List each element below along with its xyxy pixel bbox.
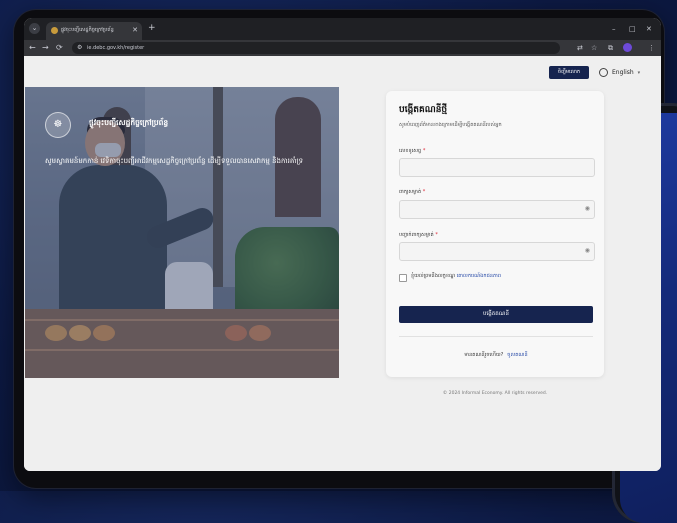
- globe-icon: [599, 68, 608, 77]
- language-selector[interactable]: English ▾: [599, 66, 640, 79]
- bookmark-star-icon[interactable]: ☆: [591, 43, 597, 53]
- back-icon[interactable]: ←: [29, 43, 36, 53]
- chevron-down-icon: ▾: [637, 70, 641, 76]
- show-password-icon[interactable]: ◉: [585, 204, 590, 214]
- hero-brand-title: ផ្លូវចុះបញ្ជីសេដ្ឋកិច្ចក្រៅប្រព័ន្ធ: [89, 118, 169, 127]
- browser-tab[interactable]: ផ្លូវចុះបញ្ជីសេដ្ឋកិច្ចក្រៅប្រព័ន្ធ ✕: [46, 22, 142, 40]
- tab-close-icon[interactable]: ✕: [132, 25, 138, 36]
- seal-logo-icon: ☸: [45, 112, 71, 138]
- hero-panel: ☸ ផ្លូវចុះបញ្ជីសេដ្ឋកិច្ចក្រៅប្រព័ន្ធ សូ…: [25, 87, 339, 378]
- login-link[interactable]: ចូលគណនី: [507, 352, 527, 358]
- close-window-icon[interactable]: ✕: [646, 24, 652, 34]
- maximize-icon[interactable]: □: [629, 24, 636, 34]
- tab-bar: ⌄ ផ្លូវចុះបញ្ជីសេដ្ឋកិច្ចក្រៅប្រព័ន្ធ ✕ …: [24, 18, 661, 40]
- register-page: ចិញ្ចឹមលោក English ▾ ☸ ផ្លូវចុះបញ្ជីសេដ្…: [24, 56, 661, 471]
- new-tab-icon[interactable]: +: [148, 23, 156, 34]
- favicon-icon: [51, 27, 58, 34]
- language-label: English: [612, 69, 634, 76]
- hero-description: សូមស្វាគមន៍មកកាន់ វេទិកាចុះបញ្ជីអាជីវកម្…: [45, 157, 304, 165]
- hero-overlay: [25, 87, 339, 378]
- translate-icon[interactable]: ⇄: [577, 43, 583, 53]
- form-title: បង្កើតគណនីថ្មី: [399, 105, 448, 115]
- url-field[interactable]: ⚙ ie.debc.gov.kh/register: [72, 42, 560, 54]
- confirm-password-input[interactable]: ◉: [399, 242, 595, 261]
- reload-icon[interactable]: ⟳: [56, 43, 63, 53]
- register-card: បង្កើតគណនីថ្មី សូមបំពេញព័ត៌មានខាងក្រោមដើ…: [386, 91, 604, 377]
- forward-icon[interactable]: →: [42, 43, 49, 53]
- url-text: ie.debc.gov.kh/register: [87, 45, 145, 51]
- tab-search-icon[interactable]: ⌄: [29, 23, 40, 34]
- show-confirm-password-icon[interactable]: ◉: [585, 246, 590, 256]
- privacy-link[interactable]: គោលការណ៍ឯកជនភាព: [457, 273, 501, 279]
- minimize-icon[interactable]: –: [612, 24, 616, 34]
- login-row: មានគណនីរួចហើយ? ចូលគណនី: [464, 352, 528, 358]
- extensions-icon[interactable]: ⧉: [608, 43, 613, 53]
- password-input[interactable]: ◉: [399, 200, 595, 219]
- divider: [399, 336, 593, 337]
- phone-label: លេខទូរសព្ទ *: [399, 148, 426, 154]
- phone-input[interactable]: [399, 158, 595, 177]
- create-account-button[interactable]: បង្កើតគណនី: [399, 306, 593, 323]
- site-info-icon[interactable]: ⚙: [77, 43, 82, 53]
- footer-copyright: © 2024 Informal Economy. All rights rese…: [442, 391, 548, 396]
- agree-checkbox[interactable]: [399, 274, 407, 282]
- password-label: ពាក្យសម្ងាត់ *: [399, 189, 426, 195]
- tab-title: ផ្លូវចុះបញ្ជីសេដ្ឋកិច្ចក្រៅប្រព័ន្ធ: [61, 27, 114, 33]
- confirm-password-label: បញ្ជាក់ពាក្យសម្ងាត់ *: [399, 232, 438, 238]
- agree-label: ខ្ញុំយល់ព្រមនឹងលក្ខខណ្ឌ គោលការណ៍ឯកជនភាព: [411, 273, 501, 279]
- header-button[interactable]: ចិញ្ចឹមលោក: [549, 66, 589, 79]
- menu-icon[interactable]: ⋮: [648, 43, 655, 53]
- form-subtitle: សូមបំពេញព័ត៌មានខាងក្រោមដើម្បីបង្កើតគណនីរ…: [399, 122, 502, 128]
- address-bar: ← → ⟳ ⚙ ie.debc.gov.kh/register ⇄ ☆ ⧉ ⋮: [24, 40, 661, 56]
- browser-window: ⌄ ផ្លូវចុះបញ្ជីសេដ្ឋកិច្ចក្រៅប្រព័ន្ធ ✕ …: [24, 18, 661, 471]
- profile-avatar[interactable]: [623, 43, 632, 52]
